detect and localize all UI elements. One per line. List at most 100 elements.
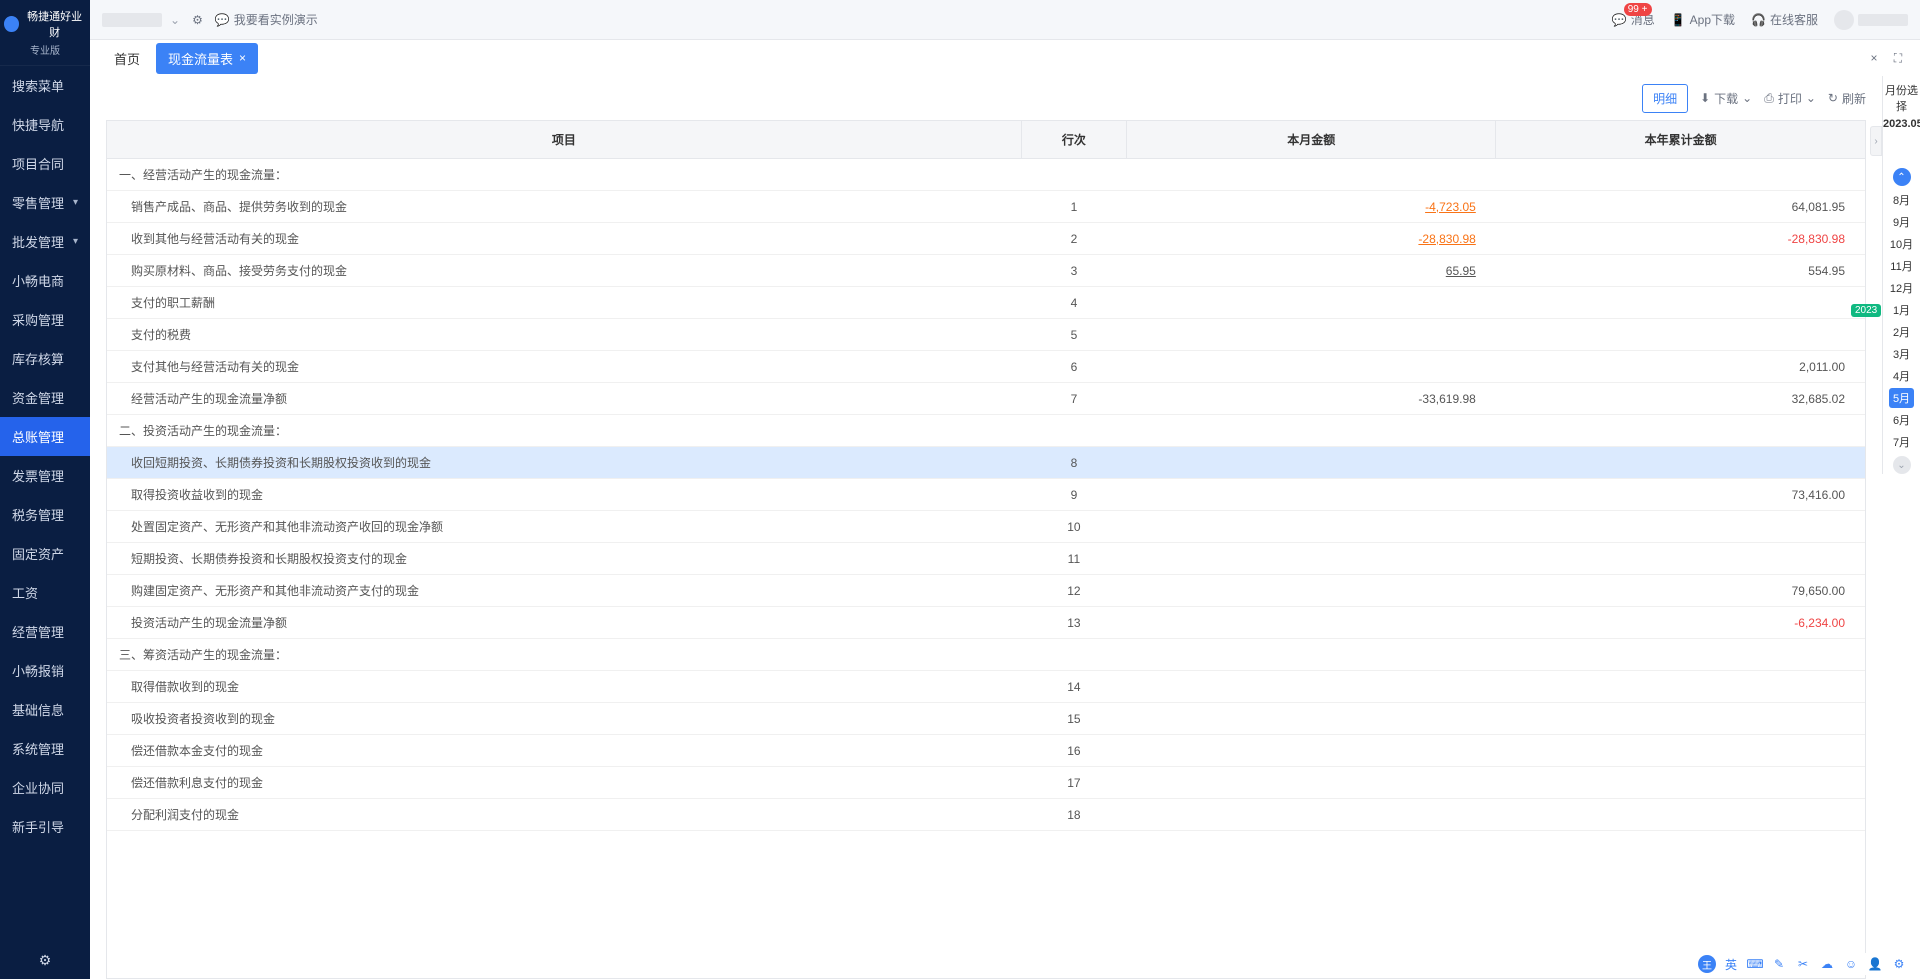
month-item[interactable]: 8月: [1889, 190, 1914, 210]
support-link[interactable]: 🎧 在线客服: [1751, 11, 1818, 28]
sidebar-item-7[interactable]: 库存核算: [0, 339, 90, 378]
month-scroll-down[interactable]: ⌄: [1893, 456, 1911, 474]
sidebar-item-19[interactable]: 新手引导: [0, 807, 90, 846]
table-row[interactable]: 支付的职工薪酬4: [107, 287, 1865, 319]
table-row[interactable]: 支付的税费5: [107, 319, 1865, 351]
ime-person-icon[interactable]: 👤: [1866, 955, 1884, 973]
table-row[interactable]: 收到其他与经营活动有关的现金2-28,830.98-28,830.98: [107, 223, 1865, 255]
close-all-tabs-button[interactable]: ×: [1864, 48, 1884, 68]
table-row[interactable]: 偿还借款本金支付的现金16: [107, 735, 1865, 767]
ime-lang-icon[interactable]: 英: [1722, 955, 1740, 973]
sidebar-item-3[interactable]: 零售管理▾: [0, 183, 90, 222]
month-item[interactable]: 9月: [1889, 212, 1914, 232]
table-row[interactable]: 取得投资收益收到的现金973,416.00: [107, 479, 1865, 511]
ime-cloud-icon[interactable]: ☁: [1818, 955, 1836, 973]
print-button[interactable]: ⎙ 打印 ⌄: [1764, 90, 1816, 107]
sidebar-item-16[interactable]: 基础信息: [0, 690, 90, 729]
gear-icon[interactable]: ⚙: [192, 13, 203, 27]
table-row[interactable]: 购建固定资产、无形资产和其他非流动资产支付的现金1279,650.00: [107, 575, 1865, 607]
table-row[interactable]: 一、经营活动产生的现金流量：: [107, 159, 1865, 191]
table-row[interactable]: 分配利润支付的现金18: [107, 799, 1865, 831]
month-item[interactable]: 2月: [1889, 322, 1914, 342]
sidebar-item-label: 基础信息: [12, 700, 64, 719]
cell-ytd-amount: [1496, 767, 1865, 799]
table-row[interactable]: 经营活动产生的现金流量净额7-33,619.9832,685.02: [107, 383, 1865, 415]
month-item[interactable]: 3月: [1889, 344, 1914, 364]
sidebar-item-6[interactable]: 采购管理: [0, 300, 90, 339]
cell-month-amount[interactable]: -28,830.98: [1127, 223, 1496, 255]
month-item[interactable]: 11月: [1886, 256, 1916, 276]
download-button[interactable]: ⬇ 下载 ⌄: [1700, 90, 1752, 107]
sidebar-item-17[interactable]: 系统管理: [0, 729, 90, 768]
table-row[interactable]: 支付其他与经营活动有关的现金62,011.00: [107, 351, 1865, 383]
app-download-link[interactable]: 📱 App下载: [1671, 11, 1735, 28]
cell-month-amount[interactable]: -4,723.05: [1127, 191, 1496, 223]
sidebar-item-9[interactable]: 总账管理: [0, 417, 90, 456]
sidebar-item-8[interactable]: 资金管理: [0, 378, 90, 417]
cell-rownum: 12: [1021, 575, 1126, 607]
messages-button[interactable]: 💬 消息 99 +: [1612, 11, 1655, 28]
table-row[interactable]: 取得借款收到的现金14: [107, 671, 1865, 703]
sidebar-item-4[interactable]: 批发管理▾: [0, 222, 90, 261]
table-row[interactable]: 投资活动产生的现金流量净额13-6,234.00: [107, 607, 1865, 639]
demo-link[interactable]: 💬 我要看实例演示: [215, 11, 318, 28]
content-area: 明细 ⬇ 下载 ⌄ ⎙ 打印 ⌄ ↻ 刷新: [90, 76, 1920, 979]
cell-ytd-amount: [1496, 639, 1865, 671]
month-item[interactable]: 5月: [1889, 388, 1914, 408]
sidebar-item-label: 新手引导: [12, 817, 64, 836]
table-row[interactable]: 收回短期投资、长期债券投资和长期股权投资收到的现金8: [107, 447, 1865, 479]
month-item[interactable]: 7月: [1889, 432, 1914, 452]
month-scroll-up[interactable]: ⌃: [1893, 168, 1911, 186]
tab-home[interactable]: 首页: [102, 43, 152, 74]
sidebar-item-12[interactable]: 固定资产: [0, 534, 90, 573]
month-item[interactable]: 4月: [1889, 366, 1914, 386]
sidebar-item-18[interactable]: 企业协同: [0, 768, 90, 807]
sidebar-item-2[interactable]: 项目合同: [0, 144, 90, 183]
sidebar-item-0[interactable]: 搜索菜单: [0, 66, 90, 105]
table-row[interactable]: 短期投资、长期债券投资和长期股权投资支付的现金11: [107, 543, 1865, 575]
cell-month-amount: [1127, 511, 1496, 543]
ime-edit-icon[interactable]: ✎: [1770, 955, 1788, 973]
tab-cashflow[interactable]: 现金流量表 ×: [156, 43, 258, 74]
table-row[interactable]: 购买原材料、商品、接受劳务支付的现金365.95554.95: [107, 255, 1865, 287]
cell-ytd-amount: [1496, 447, 1865, 479]
table-row[interactable]: 偿还借款利息支付的现金17: [107, 767, 1865, 799]
settings-gear-icon[interactable]: ⚙: [39, 952, 52, 968]
tab-close-icon[interactable]: ×: [239, 51, 246, 65]
sidebar-item-10[interactable]: 发票管理: [0, 456, 90, 495]
month-item[interactable]: 10月: [1886, 234, 1917, 254]
sidebar-item-11[interactable]: 税务管理: [0, 495, 90, 534]
cell-ytd-amount: -6,234.00: [1496, 607, 1865, 639]
table-row[interactable]: 吸收投资者投资收到的现金15: [107, 703, 1865, 735]
ime-scissors-icon[interactable]: ✂: [1794, 955, 1812, 973]
sidebar-item-14[interactable]: 经营管理: [0, 612, 90, 651]
cell-item: 吸收投资者投资收到的现金: [107, 703, 1021, 735]
cell-month-amount: -33,619.98: [1127, 383, 1496, 415]
table-row[interactable]: 三、筹资活动产生的现金流量：: [107, 639, 1865, 671]
detail-button[interactable]: 明细: [1642, 84, 1688, 113]
month-item[interactable]: 1月: [1889, 300, 1914, 320]
month-item[interactable]: 12月: [1886, 278, 1917, 298]
table-row[interactable]: 销售产成品、商品、提供劳务收到的现金1-4,723.0564,081.95: [107, 191, 1865, 223]
refresh-button[interactable]: ↻ 刷新: [1828, 90, 1866, 107]
sidebar-item-label: 固定资产: [12, 544, 64, 563]
cell-item: 取得借款收到的现金: [107, 671, 1021, 703]
org-selector[interactable]: ⌄: [102, 13, 180, 27]
cell-month-amount[interactable]: 65.95: [1127, 255, 1496, 287]
sidebar-item-5[interactable]: 小畅电商: [0, 261, 90, 300]
sidebar-item-1[interactable]: 快捷导航: [0, 105, 90, 144]
sidebar-item-label: 快捷导航: [12, 115, 64, 134]
app-name: 畅捷通好业财: [23, 8, 86, 40]
ime-keyboard-icon[interactable]: ⌨: [1746, 955, 1764, 973]
month-item[interactable]: 6月: [1889, 410, 1914, 430]
user-menu[interactable]: [1834, 10, 1908, 30]
panel-expand-handle[interactable]: ›: [1870, 126, 1882, 156]
ime-settings-icon[interactable]: ⚙: [1890, 955, 1908, 973]
ime-wang-icon[interactable]: 王: [1698, 955, 1716, 973]
fullscreen-button[interactable]: ⛶: [1888, 48, 1908, 68]
sidebar-item-15[interactable]: 小畅报销: [0, 651, 90, 690]
sidebar-item-13[interactable]: 工资: [0, 573, 90, 612]
table-row[interactable]: 处置固定资产、无形资产和其他非流动资产收回的现金净额10: [107, 511, 1865, 543]
ime-face-icon[interactable]: ☺: [1842, 955, 1860, 973]
table-row[interactable]: 二、投资活动产生的现金流量：: [107, 415, 1865, 447]
